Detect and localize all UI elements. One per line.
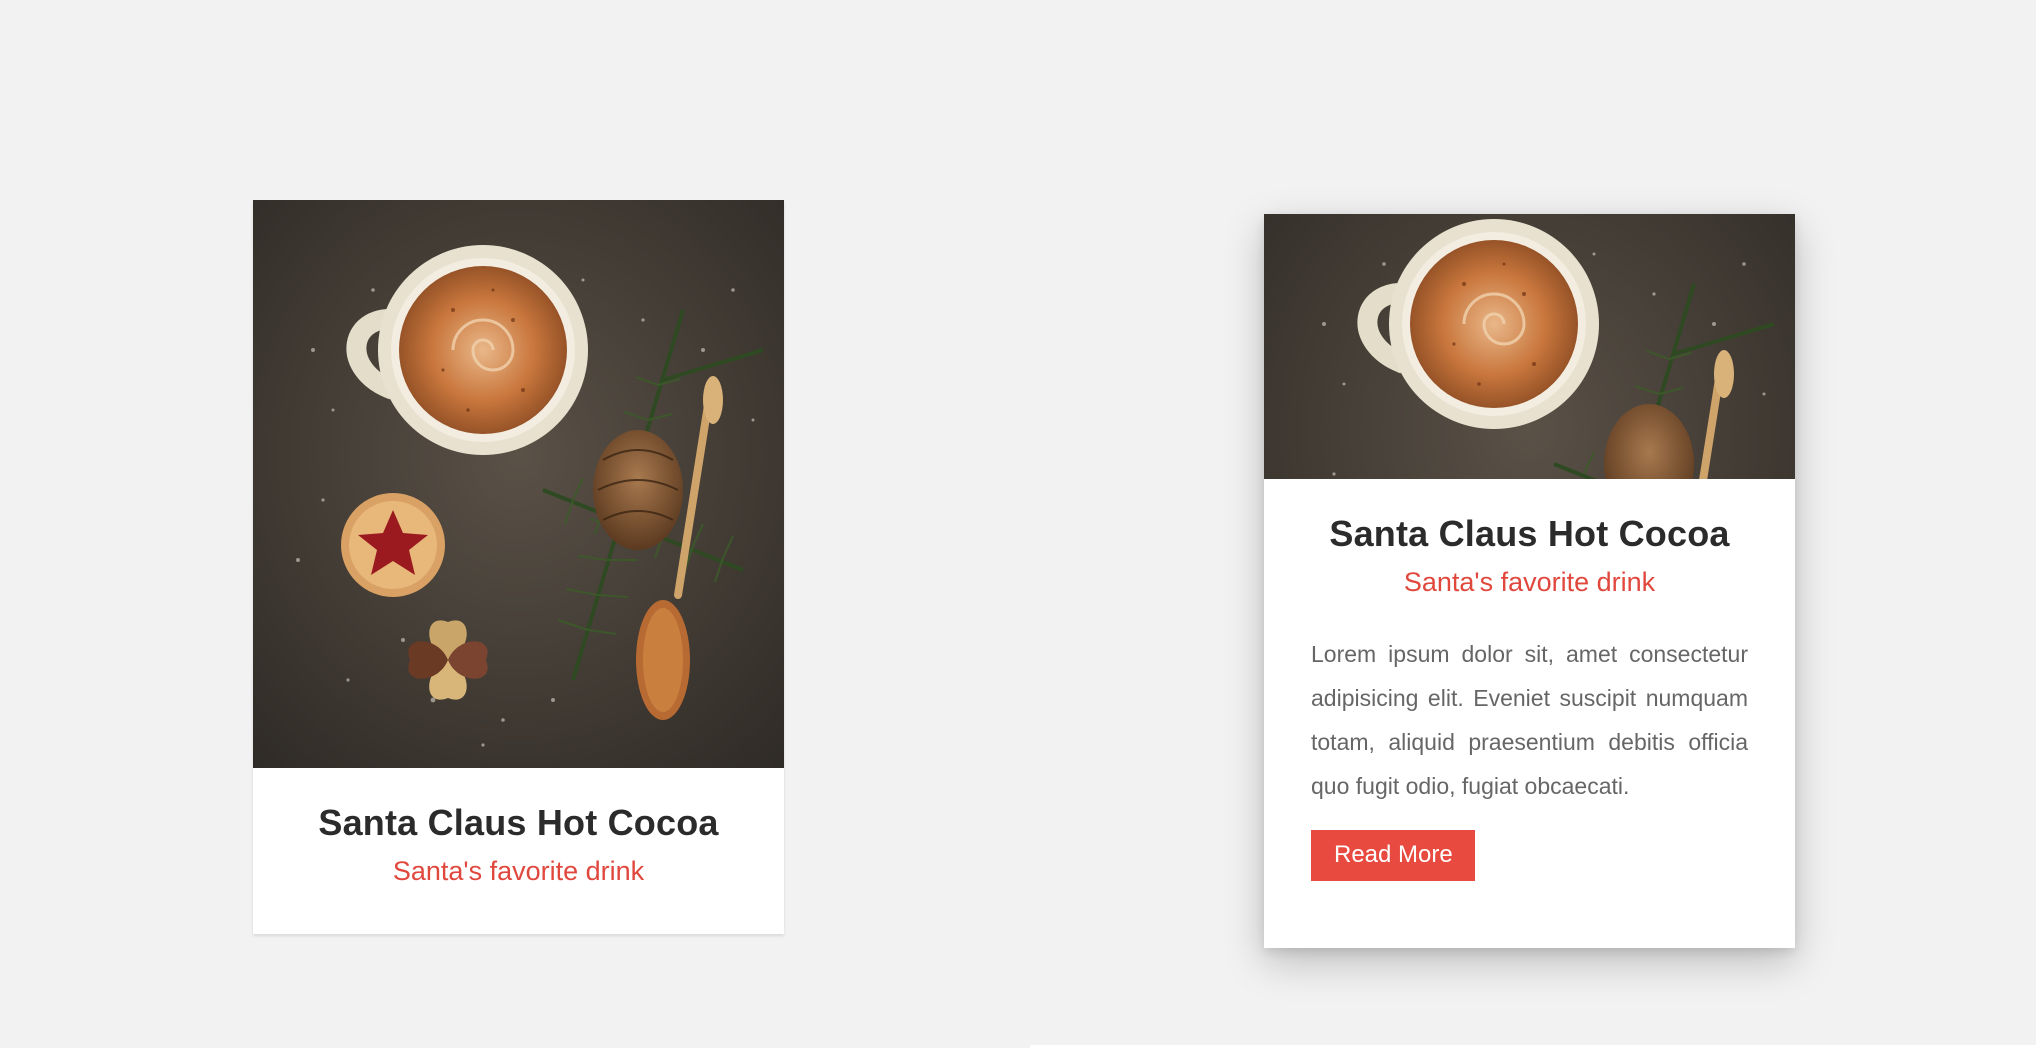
card-subtitle: Santa's favorite drink	[392, 856, 645, 886]
card-image	[1264, 214, 1795, 479]
card-image	[253, 200, 784, 768]
card-subtitle: Santa's favorite drink	[1403, 567, 1656, 597]
product-card[interactable]: Santa Claus Hot Cocoa Santa's favorite d…	[253, 200, 784, 934]
read-more-button[interactable]: Read More	[1311, 830, 1475, 881]
card-title: Santa Claus Hot Cocoa	[1329, 513, 1730, 554]
card-title: Santa Claus Hot Cocoa	[318, 802, 719, 843]
hot-cocoa-illustration	[1264, 214, 1795, 479]
card-description: Lorem ipsum dolor sit, amet consectetur …	[1311, 641, 1748, 799]
hot-cocoa-illustration	[253, 200, 784, 768]
page-stage: Santa Claus Hot Cocoa Santa's favorite d…	[0, 0, 2036, 1048]
product-card-expanded[interactable]: Santa Claus Hot Cocoa Santa's favorite d…	[1264, 214, 1795, 948]
